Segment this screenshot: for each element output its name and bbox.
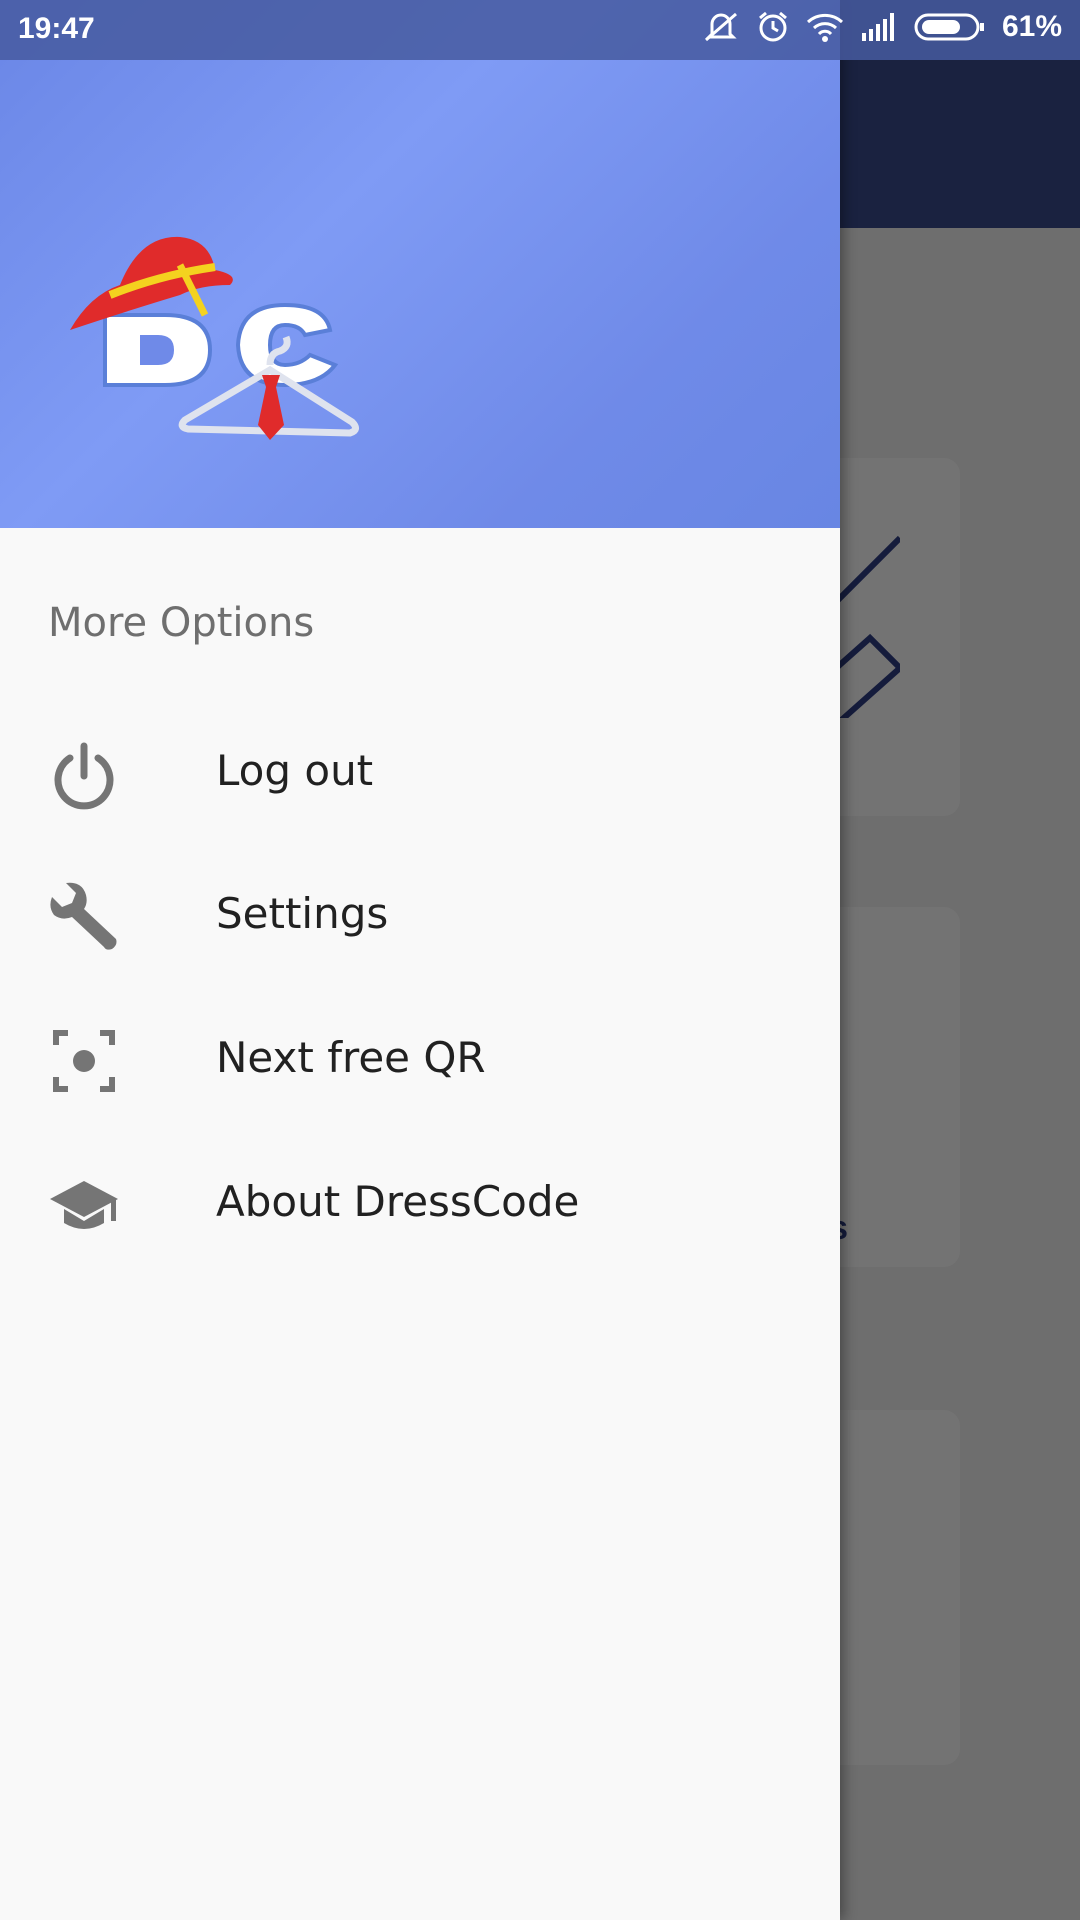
dresscode-logo [70,236,359,440]
menu-item-label: Log out [216,746,374,795]
menu-item-next-free-qr[interactable]: Next free QR [0,987,840,1127]
status-icons: 61% [702,10,1062,44]
menu-item-label: Next free QR [216,1033,486,1082]
signal-icon [861,13,894,41]
status-time: 19:47 [18,12,95,45]
menu-item-label: Settings [216,889,389,938]
wrench-icon [50,882,117,950]
mute-vibrate-icon [704,12,737,42]
wifi-icon [806,13,843,42]
section-title: More Options [48,600,315,646]
menu-item-label: About DressCode [216,1177,580,1226]
alarm-icon [758,11,787,42]
menu-item-settings[interactable]: Settings [0,843,840,983]
status-bar: 19:47 61% [0,0,1080,60]
qr-scan-icon [53,1030,115,1092]
battery-icon [914,13,984,41]
navigation-drawer: More Options Log out Settings Next free … [0,0,840,1920]
menu-item-log-out[interactable]: Log out [0,700,840,840]
drawer-header [0,0,840,528]
graduation-cap-icon [50,1181,118,1229]
power-icon [54,742,114,810]
menu-item-about[interactable]: About DressCode [0,1131,840,1271]
battery-percent: 61% [1001,10,1062,43]
